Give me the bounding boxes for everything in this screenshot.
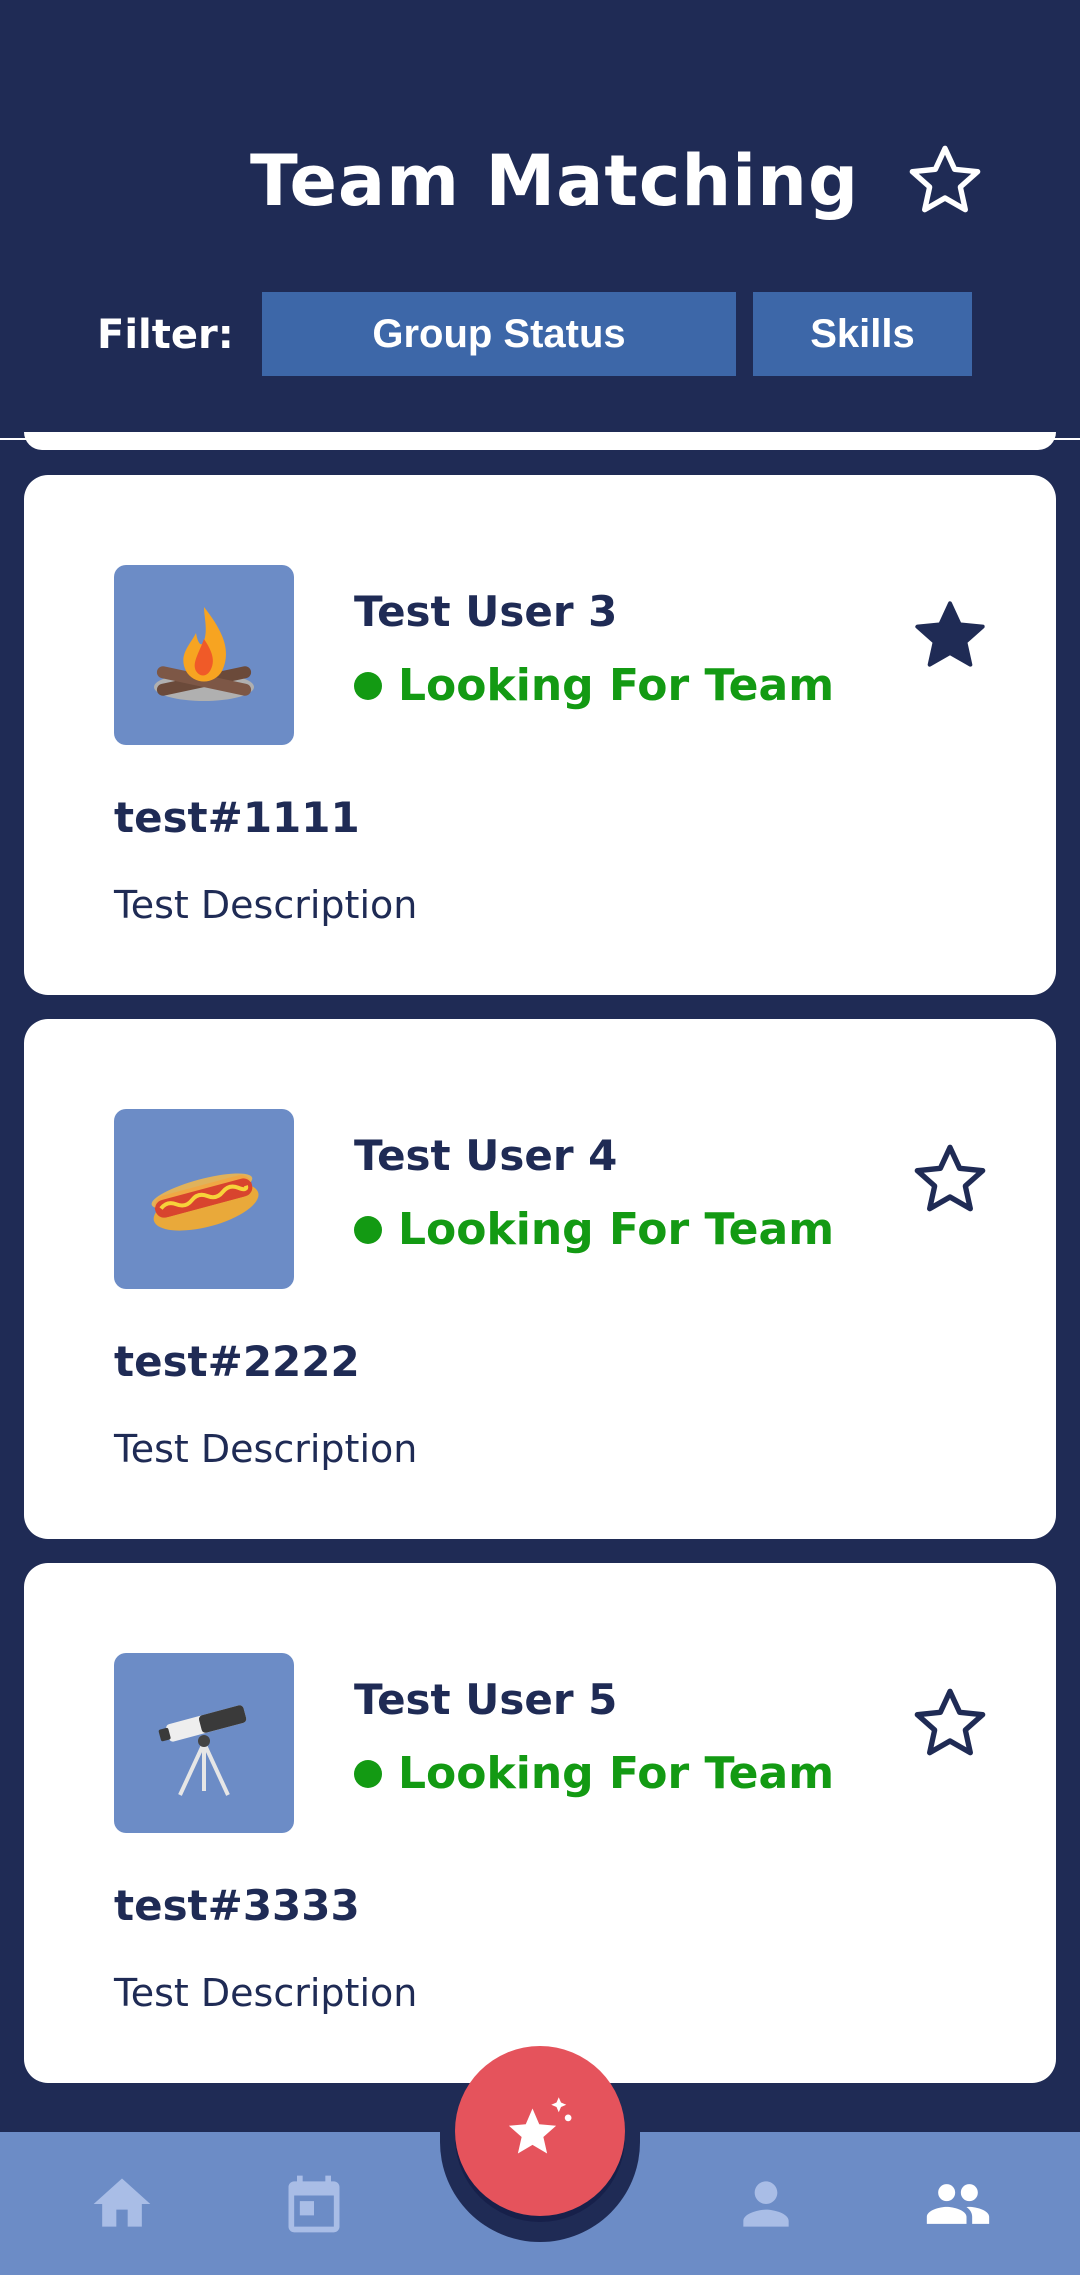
match-fab-button[interactable]	[455, 2046, 625, 2216]
status-text: Looking For Team	[398, 1204, 835, 1255]
user-card[interactable]: Test User 3 Looking For Team test#1111 T…	[24, 475, 1056, 995]
status-text: Looking For Team	[398, 1748, 835, 1799]
filter-skills-button[interactable]: Skills	[753, 292, 972, 376]
star-outline-icon[interactable]	[910, 1683, 990, 1763]
user-description: Test Description	[114, 1427, 418, 1471]
calendar-icon[interactable]	[280, 2170, 348, 2238]
user-description: Test Description	[114, 1971, 418, 2015]
user-description: Test Description	[114, 883, 418, 927]
status-badge: Looking For Team	[354, 1204, 834, 1255]
hotdog-icon	[114, 1109, 294, 1289]
user-card[interactable]: Test User 5 Looking For Team test#3333 T…	[24, 1563, 1056, 2083]
filter-label: Filter:	[97, 312, 234, 358]
status-dot-icon	[354, 671, 382, 700]
campfire-icon	[114, 565, 294, 745]
user-tag: test#1111	[114, 793, 360, 842]
team-icon[interactable]	[924, 2170, 992, 2238]
user-name: Test User 5	[354, 1675, 618, 1724]
status-badge: Looking For Team	[354, 660, 834, 711]
profile-icon[interactable]	[732, 2170, 800, 2238]
card-partial	[24, 432, 1056, 450]
user-card[interactable]: Test User 4 Looking For Team test#2222 T…	[24, 1019, 1056, 1539]
user-name: Test User 3	[354, 587, 618, 636]
home-icon[interactable]	[88, 2170, 156, 2238]
star-outline-icon[interactable]	[905, 140, 985, 220]
telescope-icon	[114, 1653, 294, 1833]
status-text: Looking For Team	[398, 660, 835, 711]
sparkle-star-icon	[508, 2097, 572, 2154]
status-dot-icon	[354, 1759, 382, 1788]
page-title: Team Matching	[250, 140, 860, 222]
star-filled-icon[interactable]	[910, 595, 990, 675]
user-tag: test#2222	[114, 1337, 360, 1386]
status-dot-icon	[354, 1215, 382, 1244]
star-outline-icon[interactable]	[910, 1139, 990, 1219]
filter-group-status-button[interactable]: Group Status	[262, 292, 736, 376]
status-badge: Looking For Team	[354, 1748, 834, 1799]
header: Team Matching Filter: Group Status Skill…	[0, 0, 1080, 440]
user-name: Test User 4	[354, 1131, 618, 1180]
user-tag: test#3333	[114, 1881, 360, 1930]
